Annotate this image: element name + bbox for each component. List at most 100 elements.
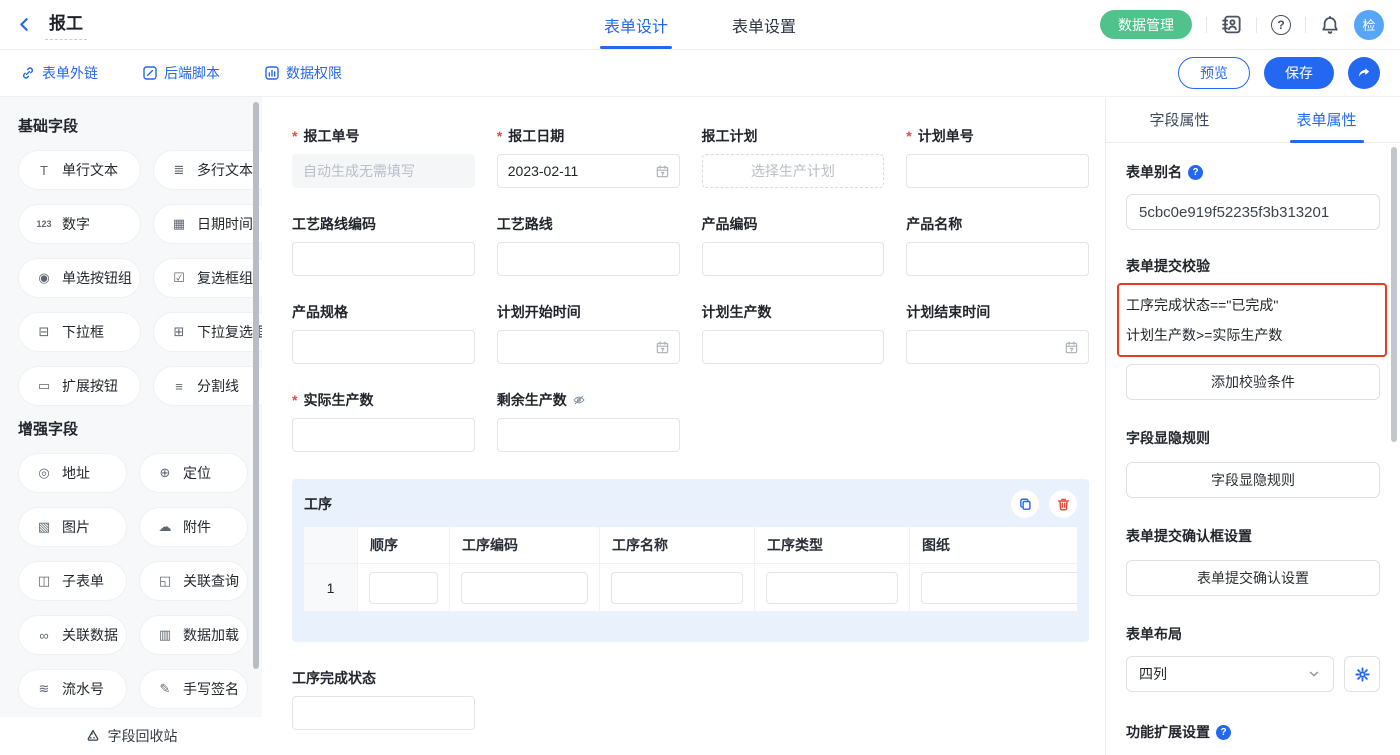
delete-subform-button[interactable] [1049, 490, 1077, 518]
sidebar-item-extend-button[interactable]: ▭扩展按钮 [18, 366, 141, 406]
save-button[interactable]: 保存 [1264, 57, 1334, 89]
notification-bell-icon[interactable] [1320, 15, 1340, 35]
sidebar-item-signature[interactable]: ✎手写签名 [139, 669, 248, 709]
seq-input[interactable] [369, 572, 438, 604]
preview-button[interactable]: 预览 [1178, 57, 1250, 89]
sidebar-item-radio-group[interactable]: ◉单选按钮组 [18, 258, 141, 298]
sidebar-item-multi-select[interactable]: ⊞下拉复选框 [153, 312, 262, 352]
sidebar-item-image[interactable]: ▧图片 [18, 507, 127, 547]
product-code-input[interactable] [702, 242, 885, 276]
sidebar-item-number[interactable]: 123数字 [18, 204, 141, 244]
sidebar-item-datetime[interactable]: ▦日期时间 [153, 204, 262, 244]
drawing-input[interactable] [921, 572, 1077, 604]
sidebar-item-single-line-text[interactable]: T单行文本 [18, 150, 141, 190]
sidebar-item-linked-data[interactable]: ∞关联数据 [18, 615, 127, 655]
field-product-spec[interactable]: 产品规格 [292, 303, 475, 364]
form-layout-select[interactable]: 四列 [1126, 656, 1334, 692]
script-icon [142, 65, 158, 81]
divider [1305, 17, 1306, 33]
actual-qty-input[interactable] [292, 418, 475, 452]
subform-process[interactable]: 工序 顺序 工序编码 工序名称 工序类型 图纸 [292, 479, 1089, 642]
report-number-input[interactable]: 自动生成无需填写 [292, 154, 475, 188]
sidebar-item-divider[interactable]: ≡分割线 [153, 366, 262, 406]
field-plan-end-time[interactable]: 计划结束时间 [906, 303, 1089, 364]
submit-confirm-button[interactable]: 表单提交确认设置 [1126, 560, 1380, 596]
properties-panel: 字段属性 表单属性 表单别名 ? 5cbc0e919f52235f3b31320… [1105, 97, 1400, 755]
help-question-icon[interactable]: ? [1216, 725, 1231, 740]
layout-settings-button[interactable] [1344, 656, 1380, 692]
field-process-route[interactable]: 工艺路线 [497, 215, 680, 276]
plan-start-time-input[interactable] [497, 330, 680, 364]
field-recycle-bin[interactable]: 字段回收站 [0, 717, 262, 755]
radio-group-icon: ◉ [34, 270, 54, 286]
process-status-input[interactable] [292, 696, 475, 730]
sidebar-item-serial-number[interactable]: ≋流水号 [18, 669, 127, 709]
product-name-input[interactable] [906, 242, 1089, 276]
field-process-status[interactable]: 工序完成状态 [292, 669, 475, 730]
field-actual-qty[interactable]: *实际生产数 [292, 391, 475, 452]
add-validation-button[interactable]: 添加校验条件 [1126, 364, 1380, 400]
panel-scrollbar[interactable] [1391, 147, 1397, 442]
field-report-plan[interactable]: 报工计划 选择生产计划 [702, 127, 885, 188]
sidebar-item-location[interactable]: ⊕定位 [139, 453, 248, 493]
sidebar-item-multi-line-text[interactable]: ≣多行文本 [153, 150, 262, 190]
help-question-icon[interactable]: ? [1188, 165, 1203, 180]
field-plan-number[interactable]: *计划单号 [906, 127, 1089, 188]
tab-field-properties[interactable]: 字段属性 [1106, 97, 1253, 142]
tab-form-design[interactable]: 表单设计 [604, 0, 668, 49]
select-icon: ⊟ [34, 324, 54, 340]
process-name-input[interactable] [611, 572, 743, 604]
field-visibility-button[interactable]: 字段显隐规则 [1126, 462, 1380, 498]
help-icon[interactable]: ? [1271, 15, 1291, 35]
link-icon [20, 65, 36, 81]
sidebar-scrollbar[interactable] [253, 102, 259, 669]
field-process-route-code[interactable]: 工艺路线编码 [292, 215, 475, 276]
process-code-input[interactable] [461, 572, 588, 604]
copy-subform-button[interactable] [1011, 490, 1039, 518]
validation-rule[interactable]: 工序完成状态=="已完成" [1126, 290, 1380, 320]
field-report-date[interactable]: *报工日期 2023-02-11 [497, 127, 680, 188]
form-alias-input[interactable]: 5cbc0e919f52235f3b313201 [1126, 194, 1380, 230]
sidebar-item-select[interactable]: ⊟下拉框 [18, 312, 141, 352]
sidebar-item-data-load[interactable]: ▥数据加载 [139, 615, 248, 655]
sidebar-item-checkbox-group[interactable]: ☑复选框组 [153, 258, 262, 298]
sidebar-item-lookup-query[interactable]: ◱关联查询 [139, 561, 248, 601]
user-avatar[interactable]: 检 [1354, 10, 1384, 40]
share-button[interactable] [1348, 57, 1380, 89]
contacts-icon[interactable] [1221, 14, 1242, 35]
validation-rule[interactable]: 计划生产数>=实际生产数 [1126, 320, 1380, 350]
submit-confirm-heading: 表单提交确认框设置 [1126, 526, 1380, 546]
data-permission-link[interactable]: 数据权限 [264, 63, 342, 83]
sidebar-item-attachment[interactable]: ☁附件 [139, 507, 248, 547]
backend-script-link[interactable]: 后端脚本 [142, 63, 220, 83]
process-route-code-input[interactable] [292, 242, 475, 276]
remaining-qty-input[interactable] [497, 418, 680, 452]
field-plan-qty[interactable]: 计划生产数 [702, 303, 885, 364]
field-product-name[interactable]: 产品名称 [906, 215, 1089, 276]
recycle-icon [85, 728, 101, 744]
back-icon[interactable] [16, 16, 33, 33]
single-line-text-icon: T [34, 163, 54, 178]
field-plan-start-time[interactable]: 计划开始时间 [497, 303, 680, 364]
page-title[interactable]: 报工 [45, 9, 87, 40]
product-spec-input[interactable] [292, 330, 475, 364]
form-external-link[interactable]: 表单外链 [20, 63, 98, 83]
plan-number-input[interactable] [906, 154, 1089, 188]
field-report-number[interactable]: *报工单号 自动生成无需填写 [292, 127, 475, 188]
tab-form-settings[interactable]: 表单设置 [732, 0, 796, 49]
process-route-input[interactable] [497, 242, 680, 276]
sidebar-item-subform[interactable]: ◫子表单 [18, 561, 127, 601]
process-type-input[interactable] [766, 572, 898, 604]
field-product-code[interactable]: 产品编码 [702, 215, 885, 276]
checkbox-group-icon: ☑ [169, 270, 189, 286]
data-manage-button[interactable]: 数据管理 [1100, 10, 1192, 39]
sidebar-item-address[interactable]: ◎地址 [18, 453, 127, 493]
field-remaining-qty[interactable]: 剩余生产数 [497, 391, 680, 452]
tab-form-properties[interactable]: 表单属性 [1253, 97, 1400, 142]
calendar-icon [1064, 340, 1079, 355]
plan-qty-input[interactable] [702, 330, 885, 364]
report-date-input[interactable]: 2023-02-11 [497, 154, 680, 188]
plan-end-time-input[interactable] [906, 330, 1089, 364]
report-plan-picker[interactable]: 选择生产计划 [702, 154, 885, 188]
share-icon [1356, 65, 1372, 81]
